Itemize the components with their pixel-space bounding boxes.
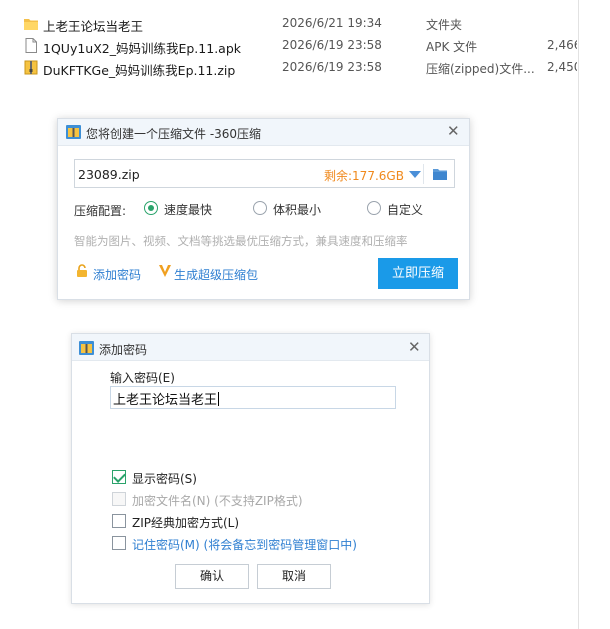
zip-app-icon [79, 341, 94, 355]
archive-filename[interactable]: 23089.zip [78, 167, 140, 182]
password-value: 上老王论坛当老王 [113, 393, 218, 408]
file-type: 文件夹 [426, 18, 463, 32]
dialog-title: 添加密码 [99, 343, 148, 357]
file-name: 1QUy1uX2_妈妈训练我Ep.11.apk [43, 41, 241, 56]
archive-path-field[interactable]: 23089.zip 剩余:177.6GB [74, 159, 455, 188]
file-type: 压缩(zipped)文件... [426, 62, 535, 76]
close-icon[interactable]: ✕ [447, 124, 460, 139]
text-caret [218, 392, 220, 406]
zip-app-icon [66, 125, 81, 139]
checkbox-disabled-icon [112, 492, 126, 506]
file-row[interactable]: DuKFTKGe_妈妈训练我Ep.11.zip 2026/6/19 23:58 … [0, 57, 610, 79]
cancel-button[interactable]: 取消 [257, 564, 331, 589]
folder-icon[interactable] [433, 168, 447, 180]
config-label: 压缩配置: [74, 204, 127, 218]
file-name: 上老王论坛当老王 [43, 19, 144, 34]
add-password-link[interactable]: 添加密码 [93, 266, 141, 283]
radio-label: 体积最小 [273, 203, 322, 217]
file-row[interactable]: 1QUy1uX2_妈妈训练我Ep.11.apk 2026/6/19 23:58 … [0, 35, 610, 57]
file-date: 2026/6/21 19:34 [282, 16, 382, 30]
checkbox-icon[interactable] [112, 514, 126, 528]
checkbox-label: 显示密码(S) [132, 472, 197, 486]
password-input[interactable]: 上老王论坛当老王 [110, 386, 396, 409]
radio-icon[interactable] [367, 201, 381, 215]
dialog-titlebar[interactable]: 您将创建一个压缩文件 -360压缩 ✕ [58, 119, 469, 146]
folder-icon [24, 19, 38, 30]
file-row[interactable]: 上老王论坛当老王 2026/6/21 19:34 文件夹 [0, 13, 610, 35]
radio-selected-icon[interactable] [144, 201, 158, 215]
file-date: 2026/6/19 23:58 [282, 38, 382, 52]
compress-hint: 智能为图片、视频、文档等挑选最优压缩方式，兼具速度和压缩率 [74, 234, 408, 248]
radio-label: 速度最快 [164, 203, 213, 217]
compress-now-button[interactable]: 立即压缩 [378, 258, 458, 289]
chevron-down-icon[interactable] [409, 171, 421, 178]
file-type: APK 文件 [426, 40, 478, 54]
file-name: DuKFTKGe_妈妈训练我Ep.11.zip [43, 63, 236, 78]
file-size: 2,466 [547, 38, 577, 52]
checkbox-icon[interactable] [112, 536, 126, 550]
password-input-label: 输入密码(E) [110, 371, 175, 385]
dialog-titlebar[interactable]: 添加密码 ✕ [72, 334, 429, 361]
divider [423, 164, 424, 184]
checkbox-label: 记住密码(M) (将会备忘到密码管理窗口中) [132, 538, 357, 552]
checkbox-checked-icon[interactable] [112, 470, 126, 484]
checkbox-label: 加密文件名(N) (不支持ZIP格式) [132, 494, 303, 508]
super-package-link[interactable]: 生成超级压缩包 [174, 266, 258, 283]
zip-file-icon [24, 60, 38, 75]
vip-v-icon [159, 265, 171, 277]
free-space-label: 剩余:177.6GB [324, 169, 404, 183]
close-icon[interactable]: ✕ [408, 340, 421, 355]
ok-button[interactable]: 确认 [175, 564, 249, 589]
compress-dialog: 您将创建一个压缩文件 -360压缩 ✕ 23089.zip 剩余:177.6GB… [57, 118, 470, 300]
file-date: 2026/6/19 23:58 [282, 60, 382, 74]
dialog-title: 您将创建一个压缩文件 -360压缩 [86, 127, 262, 141]
radio-label: 自定义 [387, 203, 424, 217]
file-icon [25, 38, 37, 53]
radio-icon[interactable] [253, 201, 267, 215]
file-size: 2,450 [547, 60, 577, 74]
checkbox-label: ZIP经典加密方式(L) [132, 516, 240, 530]
add-password-dialog: 添加密码 ✕ 输入密码(E) 上老王论坛当老王 显示密码(S) 加密文件名(N)… [71, 333, 430, 604]
lock-icon [77, 264, 87, 277]
column-divider [578, 0, 579, 629]
